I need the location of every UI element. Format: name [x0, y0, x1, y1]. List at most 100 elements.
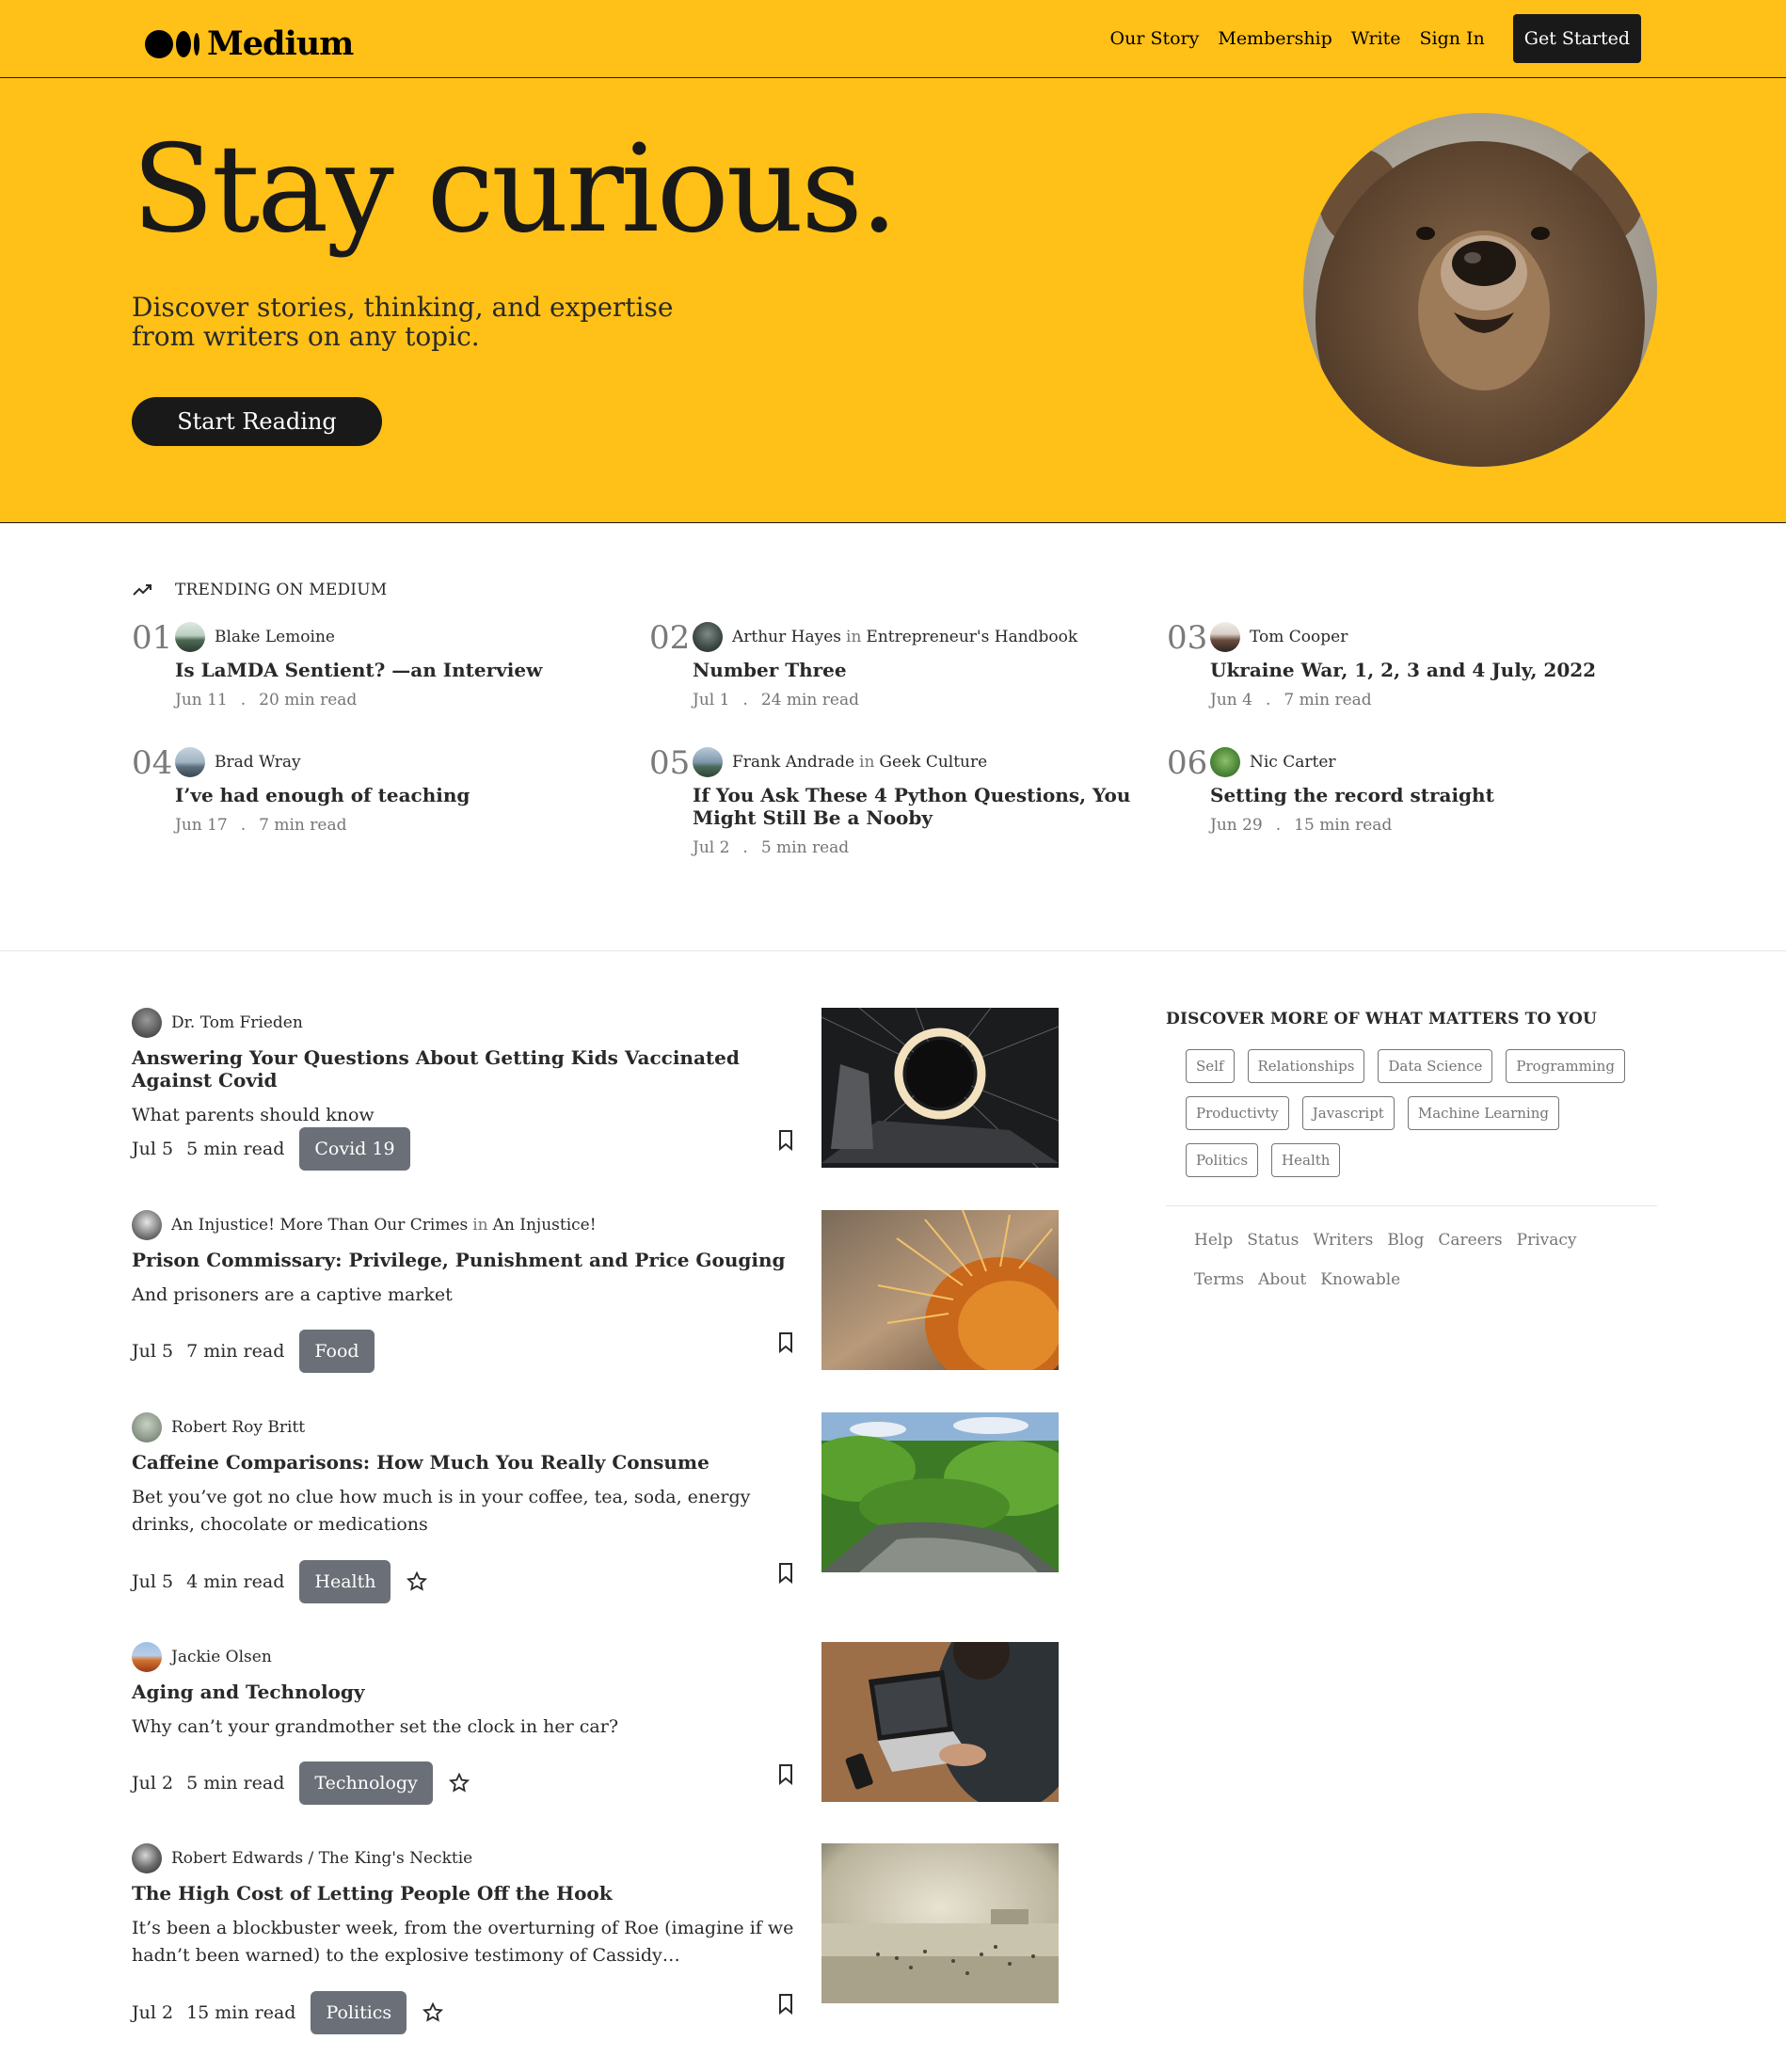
- trending-header: TRENDING ON MEDIUM: [132, 581, 387, 599]
- start-reading-button[interactable]: Start Reading: [132, 397, 382, 446]
- medium-logo[interactable]: Medium: [145, 24, 354, 63]
- trending-title[interactable]: I’ve had enough of teaching: [175, 784, 636, 806]
- trending-author-row[interactable]: Tom Cooper: [1210, 622, 1671, 652]
- post-thumbnail[interactable]: [821, 1843, 1059, 2003]
- trending-up-icon: [133, 584, 151, 596]
- bookmark-icon[interactable]: [776, 1992, 795, 2016]
- topic-tag[interactable]: Technology: [299, 1761, 433, 1805]
- author-name: Jackie Olsen: [171, 1648, 272, 1666]
- post-title[interactable]: Aging and Technology: [132, 1681, 809, 1703]
- hero-subtitle: Discover stories, thinking, and expertis…: [132, 292, 674, 352]
- post-title[interactable]: Answering Your Questions About Getting K…: [132, 1046, 809, 1092]
- avatar: [132, 1210, 162, 1240]
- author-name: Robert Edwards / The King's Necktie: [171, 1849, 473, 1868]
- post-date: Jun 11: [175, 691, 228, 709]
- trending-author-row[interactable]: Blake Lemoine: [175, 622, 636, 652]
- post-thumbnail[interactable]: [821, 1642, 1059, 1802]
- footer-link-about[interactable]: About: [1258, 1268, 1306, 1308]
- post-date: Jul 2: [693, 838, 730, 857]
- topic-chips: Self Relationships Data Science Programm…: [1186, 1049, 1656, 1190]
- footer-link-terms[interactable]: Terms: [1194, 1268, 1244, 1308]
- footer-link-status[interactable]: Status: [1247, 1229, 1299, 1268]
- top-navbar: Medium Our Story Membership Write Sign I…: [0, 0, 1786, 78]
- post-title[interactable]: Caffeine Comparisons: How Much You Reall…: [132, 1451, 809, 1474]
- sidebar-divider: [1166, 1205, 1657, 1206]
- trending-author-row[interactable]: Brad Wray: [175, 747, 636, 777]
- post-date: Jul 5: [132, 1341, 174, 1362]
- topic-chip[interactable]: Productivty: [1186, 1096, 1289, 1130]
- trending-author-row[interactable]: Nic Carter: [1210, 747, 1671, 777]
- footer-link-privacy[interactable]: Privacy: [1517, 1229, 1577, 1268]
- post-date: Jun 17: [175, 816, 228, 835]
- trending-title[interactable]: If You Ask These 4 Python Questions, You…: [693, 784, 1154, 829]
- author-name: Blake Lemoine: [215, 628, 335, 646]
- topic-chip[interactable]: Self: [1186, 1049, 1235, 1083]
- publication-name[interactable]: Entrepreneur's Handbook: [866, 628, 1077, 646]
- avatar: [693, 747, 723, 777]
- post-thumbnail[interactable]: [821, 1008, 1059, 1168]
- post-meta: Jul 2 15 min read Politics: [132, 1991, 444, 2034]
- topic-chip[interactable]: Relationships: [1247, 1049, 1365, 1083]
- bookmark-icon[interactable]: [776, 1762, 795, 1787]
- trending-author-row[interactable]: Arthur Hayes in Entrepreneur's Handbook: [693, 622, 1154, 652]
- star-icon[interactable]: [422, 2001, 444, 2024]
- post-subtitle: Why can’t your grandmother set the clock…: [132, 1716, 619, 1737]
- trending-title[interactable]: Setting the record straight: [1210, 784, 1671, 806]
- bookmark-icon[interactable]: [776, 1331, 795, 1355]
- footer-link-careers[interactable]: Careers: [1438, 1229, 1502, 1268]
- footer-link-writers[interactable]: Writers: [1313, 1229, 1373, 1268]
- nav-our-story[interactable]: Our Story: [1110, 28, 1200, 49]
- publication-name[interactable]: Geek Culture: [879, 753, 987, 772]
- topic-chip[interactable]: Health: [1271, 1143, 1341, 1177]
- topic-tag[interactable]: Politics: [311, 1991, 407, 2034]
- trending-title[interactable]: Is LaMDA Sentient? —an Interview: [175, 659, 636, 681]
- trending-meta: Jun 29. 15 min read: [1210, 816, 1671, 835]
- topic-tag[interactable]: Health: [299, 1560, 391, 1603]
- bookmark-icon[interactable]: [776, 1561, 795, 1586]
- post-thumbnail[interactable]: [821, 1412, 1059, 1572]
- post-date: Jul 2: [132, 1773, 174, 1793]
- trending-title[interactable]: Ukraine War, 1, 2, 3 and 4 July, 2022: [1210, 659, 1671, 681]
- meta-separator: .: [1275, 816, 1282, 835]
- post-subtitle: Bet you’ve got no clue how much is in yo…: [132, 1487, 751, 1535]
- post-title[interactable]: The High Cost of Letting People Off the …: [132, 1882, 809, 1905]
- post-subtitle: What parents should know: [132, 1105, 375, 1125]
- footer-link-blog[interactable]: Blog: [1387, 1229, 1424, 1268]
- topic-chip[interactable]: Programming: [1506, 1049, 1625, 1083]
- topic-tag[interactable]: Food: [299, 1330, 375, 1373]
- post-date: Jul 5: [132, 1571, 174, 1592]
- trending-meta: Jul 1. 24 min read: [693, 691, 1154, 709]
- nav-write[interactable]: Write: [1351, 28, 1401, 49]
- feed-post: Robert Edwards / The King's Necktie The …: [132, 1843, 1073, 2041]
- avatar: [693, 622, 723, 652]
- footer-link-knowable[interactable]: Knowable: [1320, 1268, 1400, 1308]
- nav-membership[interactable]: Membership: [1218, 28, 1332, 49]
- meta-separator: .: [240, 816, 247, 835]
- topic-chip[interactable]: Data Science: [1378, 1049, 1493, 1083]
- read-time: 7 min read: [1284, 691, 1372, 709]
- star-icon[interactable]: [448, 1772, 470, 1794]
- topic-chip[interactable]: Javascript: [1301, 1096, 1395, 1130]
- avatar: [175, 622, 205, 652]
- post-thumbnail[interactable]: [821, 1210, 1059, 1370]
- trending-number: 03: [1167, 619, 1208, 657]
- topic-chip[interactable]: Politics: [1186, 1143, 1259, 1177]
- post-title[interactable]: Prison Commissary: Privilege, Punishment…: [132, 1249, 809, 1271]
- get-started-button[interactable]: Get Started: [1512, 14, 1641, 63]
- medium-logo-mark-icon: [145, 29, 199, 58]
- footer-link-help[interactable]: Help: [1194, 1229, 1233, 1268]
- post-date: Jul 1: [693, 691, 730, 709]
- read-time: 4 min read: [186, 1571, 285, 1592]
- trending-title[interactable]: Number Three: [693, 659, 1154, 681]
- star-icon[interactable]: [406, 1570, 428, 1593]
- read-time: 5 min read: [186, 1773, 285, 1793]
- topic-chip[interactable]: Machine Learning: [1407, 1096, 1559, 1130]
- post-date: Jun 4: [1210, 691, 1252, 709]
- publication-name[interactable]: An Injustice!: [493, 1216, 597, 1235]
- bookmark-icon[interactable]: [776, 1128, 795, 1153]
- nav-sign-in[interactable]: Sign In: [1420, 28, 1485, 49]
- topic-tag[interactable]: Covid 19: [299, 1127, 410, 1171]
- post-date: Jul 2: [132, 2002, 174, 2023]
- post-meta: Jul 2 5 min read Technology: [132, 1761, 470, 1805]
- trending-author-row[interactable]: Frank Andrade in Geek Culture: [693, 747, 1154, 777]
